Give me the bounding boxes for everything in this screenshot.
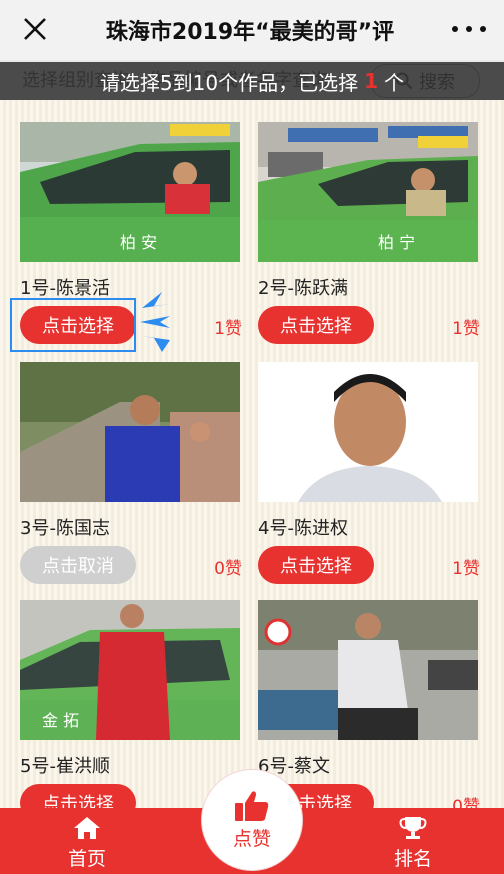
- work-name: 4号-陈进权: [258, 518, 348, 539]
- work-photo[interactable]: [258, 362, 478, 502]
- select-button[interactable]: 点击选择: [258, 306, 374, 344]
- home-icon: [74, 817, 100, 839]
- work-photo[interactable]: [20, 362, 240, 502]
- like-count: 0赞: [214, 559, 242, 579]
- taxi-door-text: 金 拓: [42, 711, 79, 730]
- works-grid: 柏 安 1号-陈景活 点击选择 1赞 柏 宁 2号-陈跃满 点击选择 1赞 3号…: [0, 100, 504, 822]
- selection-banner: 请选择5到10个作品，已选择 1 个: [0, 62, 504, 100]
- work-photo[interactable]: 金 拓: [20, 600, 240, 740]
- banner-suffix: 个: [384, 70, 405, 95]
- work-name: 1号-陈景活: [20, 278, 110, 299]
- work-name: 2号-陈跃满: [258, 278, 348, 299]
- nav-rank[interactable]: 排名: [358, 816, 468, 872]
- banner-prefix: 请选择5到10个作品，已选择: [99, 70, 359, 95]
- selected-count: 1: [364, 69, 379, 93]
- annotation-highlight-box: [10, 298, 136, 352]
- annotation-arrows-icon: [140, 292, 170, 352]
- trophy-icon: [399, 817, 427, 839]
- nav-home[interactable]: 首页: [32, 816, 142, 872]
- work-name: 3号-陈国志: [20, 518, 110, 539]
- work-card: 4号-陈进权 点击选择 1赞: [258, 362, 488, 590]
- like-button-label: 点赞: [232, 827, 271, 850]
- taxi-door-text: 柏 安: [120, 233, 157, 252]
- page-title: 珠海市2019年“最美的哥”评: [105, 20, 395, 45]
- close-icon[interactable]: [20, 14, 50, 44]
- thumbs-up-icon: [235, 790, 269, 821]
- nav-home-label: 首页: [67, 848, 106, 870]
- like-count: 1赞: [452, 319, 480, 339]
- work-card: 柏 宁 2号-陈跃满 点击选择 1赞: [258, 122, 488, 350]
- work-card: 3号-陈国志 点击取消 0赞: [20, 362, 250, 590]
- more-icon[interactable]: [452, 18, 486, 40]
- like-count: 1赞: [214, 319, 242, 339]
- work-photo[interactable]: [258, 600, 478, 740]
- title-bar: 珠海市2019年“最美的哥”评: [0, 0, 504, 61]
- work-name: 5号-崔洪顺: [20, 756, 110, 777]
- work-photo[interactable]: 柏 宁: [258, 122, 478, 262]
- select-button[interactable]: 点击选择: [258, 546, 374, 584]
- cancel-button[interactable]: 点击取消: [20, 546, 136, 584]
- work-photo[interactable]: 柏 安: [20, 122, 240, 262]
- taxi-door-text: 柏 宁: [378, 233, 415, 252]
- nav-rank-label: 排名: [393, 848, 432, 870]
- like-count: 1赞: [452, 559, 480, 579]
- like-button[interactable]: 点赞: [202, 770, 302, 870]
